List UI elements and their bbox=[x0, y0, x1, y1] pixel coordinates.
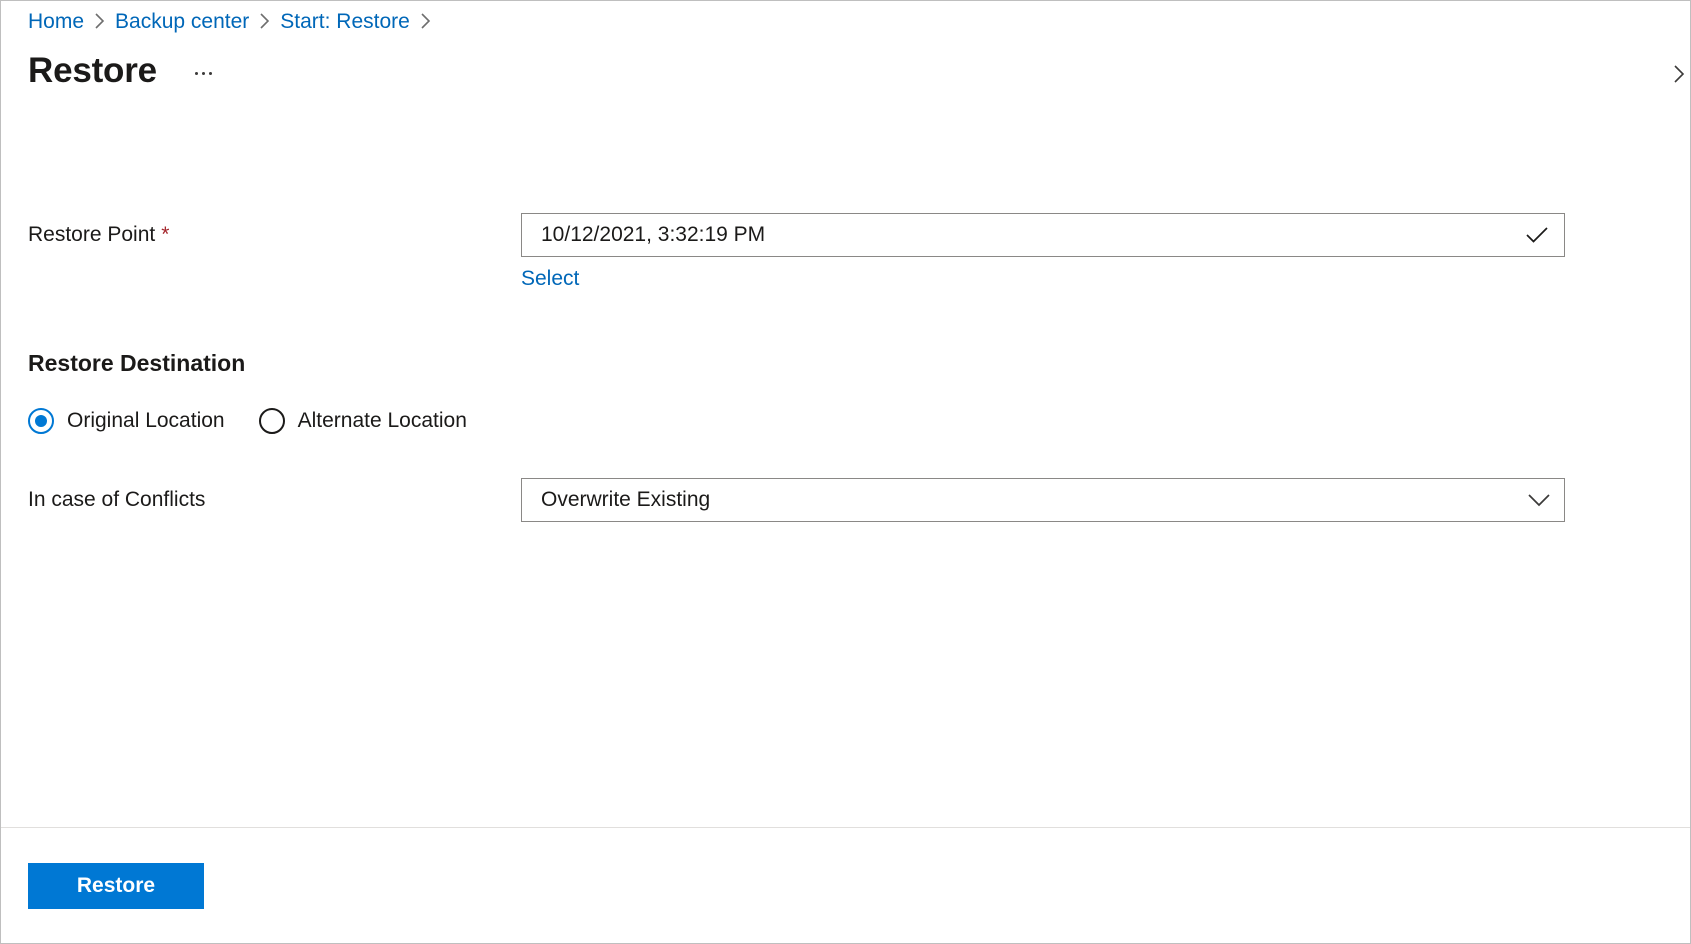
breadcrumb-item-start-restore[interactable]: Start: Restore bbox=[280, 11, 410, 32]
restore-point-control: Select bbox=[521, 213, 1565, 291]
breadcrumb-item-backup-center[interactable]: Backup center bbox=[115, 11, 249, 32]
restore-point-label: Restore Point * bbox=[28, 213, 521, 257]
restore-point-select-link[interactable]: Select bbox=[521, 267, 579, 291]
ellipsis-dot bbox=[195, 71, 199, 75]
restore-point-field[interactable] bbox=[521, 213, 1565, 257]
radio-original-location-label: Original Location bbox=[67, 409, 225, 432]
restore-point-label-text: Restore Point bbox=[28, 223, 156, 246]
restore-button[interactable]: Restore bbox=[28, 862, 204, 909]
restore-point-row: Restore Point* Select bbox=[1, 213, 1690, 291]
radio-alternate-location-label: Alternate Location bbox=[297, 409, 467, 432]
radio-alternate-location[interactable]: Alternate Location bbox=[258, 408, 467, 434]
conflicts-select[interactable]: Overwrite Existing bbox=[521, 478, 1565, 522]
chevron-right-icon bbox=[419, 12, 432, 30]
chevron-right-icon bbox=[258, 12, 271, 30]
page-title: Restore bbox=[28, 50, 157, 90]
chevron-down-icon bbox=[1526, 492, 1552, 508]
conflicts-select-value: Overwrite Existing bbox=[541, 488, 711, 511]
radio-mark-icon bbox=[258, 408, 285, 434]
restore-point-input[interactable] bbox=[541, 223, 1524, 247]
restore-destination-heading: Restore Destination bbox=[28, 350, 246, 376]
conflicts-control: Overwrite Existing bbox=[521, 478, 1565, 522]
conflicts-label: In case of Conflicts bbox=[28, 488, 206, 511]
breadcrumb: Home Backup center Start: Restore bbox=[1, 1, 1690, 35]
conflicts-row: In case of Conflicts Overwrite Existing bbox=[1, 478, 1690, 522]
blade-footer: Restore bbox=[1, 827, 1690, 943]
radio-original-location[interactable]: Original Location bbox=[28, 408, 225, 434]
required-marker: * bbox=[161, 223, 170, 246]
restore-destination-radio-group: Original Location Alternate Location bbox=[28, 408, 1690, 434]
ellipsis-dot bbox=[202, 71, 206, 75]
chevron-right-icon[interactable] bbox=[1668, 59, 1690, 89]
restore-blade: Home Backup center Start: Restore Restor… bbox=[0, 0, 1691, 944]
breadcrumb-item-home[interactable]: Home bbox=[28, 11, 84, 32]
checkmark-icon bbox=[1524, 226, 1550, 244]
ellipsis-icon[interactable] bbox=[189, 61, 219, 85]
ellipsis-dot bbox=[209, 71, 213, 75]
page-header: Restore bbox=[1, 35, 1690, 97]
chevron-right-icon bbox=[93, 12, 106, 30]
radio-mark-icon bbox=[28, 408, 54, 434]
restore-form: Restore Point* Select Restore Destinatio… bbox=[1, 97, 1690, 827]
